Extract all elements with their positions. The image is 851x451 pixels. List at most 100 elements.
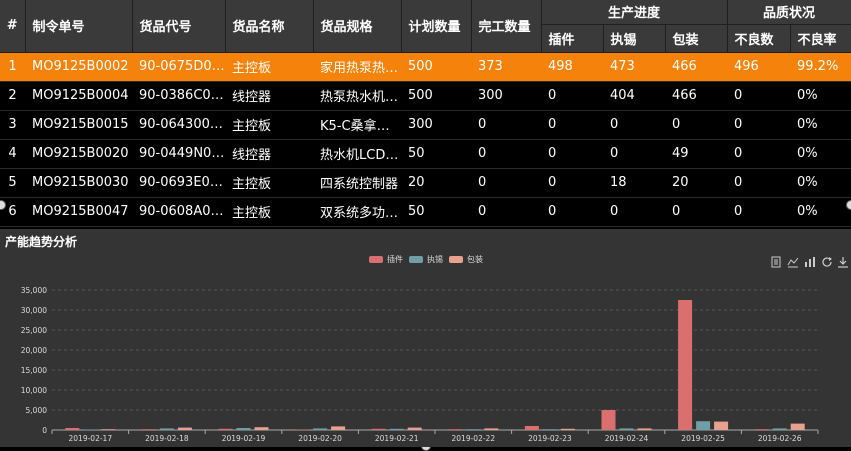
legend-label: 包装: [467, 255, 483, 264]
bar-pack: [407, 427, 422, 430]
bar-pack: [790, 423, 805, 430]
cell-done-qty: 0: [471, 139, 541, 169]
column-header-index[interactable]: #: [0, 0, 26, 53]
bar-pack: [637, 428, 652, 430]
column-header-order-no[interactable]: 制令单号: [25, 0, 133, 53]
bar-solder: [236, 428, 251, 430]
table-row[interactable]: 1MO9125B000290-0675D001主控板家用热泵热水机...5003…: [0, 52, 851, 82]
cell-item-code: 90-0675D001: [132, 52, 225, 82]
cell-defects: 496: [727, 52, 790, 82]
x-tick-label: 2019-02-24: [605, 434, 649, 443]
cell-item-name: 主控板: [225, 52, 313, 82]
column-header-defects[interactable]: 不良数: [727, 24, 791, 53]
bar-solder: [696, 421, 711, 430]
column-header-item-name[interactable]: 货品名称: [225, 0, 314, 53]
column-header-done-qty[interactable]: 完工数量: [471, 0, 542, 53]
y-tick-label: 15,000: [21, 366, 47, 375]
x-tick-label: 2019-02-21: [375, 434, 419, 443]
cell-item-name: 线控器: [225, 81, 313, 111]
bar-solder: [313, 428, 328, 430]
cell-order-no: MO9215B0047: [25, 197, 132, 227]
cell-pack: 0: [665, 110, 727, 140]
y-tick-label: 25,000: [21, 326, 47, 335]
x-tick-label: 2019-02-19: [222, 434, 266, 443]
cell-plan-qty: 500: [401, 81, 471, 111]
bar-insert: [601, 410, 616, 430]
cell-solder: 0: [603, 139, 665, 169]
column-header-plan-qty[interactable]: 计划数量: [401, 0, 472, 53]
production-table-panel: # 制令单号 货品代号 货品名称 货品规格 计划数量 完工数量 生产进度 品质状…: [0, 0, 851, 228]
cell-spec: 四系统控制器: [313, 168, 401, 198]
cell-spec: K5-C桑拿主控板: [313, 110, 401, 140]
column-group-production-progress: 生产进度: [541, 0, 728, 25]
bar-pack: [484, 428, 499, 430]
cell-solder: 18: [603, 168, 665, 198]
table-row[interactable]: 4MO9215B002090-0449N010线控器热水机LCD线控器50000…: [0, 139, 851, 169]
legend-item-insert[interactable]: 插件: [369, 254, 403, 265]
cell-plan-qty: 500: [401, 52, 471, 82]
cell-order-no: MO9215B0015: [25, 110, 132, 140]
cell-item-name: 主控板: [225, 168, 313, 198]
cell-item-code: 90-0608A003: [132, 197, 225, 227]
cell-spec: 热水机LCD线控器: [313, 139, 401, 169]
cell-pack: 0: [665, 197, 727, 227]
column-header-spec[interactable]: 货品规格: [313, 0, 402, 53]
bar-chart-icon[interactable]: [804, 256, 816, 268]
bar-insert: [371, 428, 386, 430]
data-view-icon[interactable]: [770, 256, 782, 268]
download-icon[interactable]: [837, 256, 849, 268]
table-row[interactable]: 2MO9125B000490-0386C007线控器热泵热水机线控器500300…: [0, 81, 851, 111]
bar-insert: [295, 429, 310, 431]
cell-defects: 0: [727, 81, 790, 111]
x-tick-label: 2019-02-17: [69, 434, 113, 443]
legend-item-pack[interactable]: 包装: [449, 254, 483, 265]
bar-insert: [65, 428, 80, 430]
table-row[interactable]: 6MO9215B004790-0608A003主控板双系统多功能控制器50000…: [0, 197, 851, 227]
x-tick-label: 2019-02-26: [758, 434, 802, 443]
cell-done-qty: 373: [471, 52, 541, 82]
cell-solder: 473: [603, 52, 665, 82]
cell-plan-qty: 300: [401, 110, 471, 140]
column-header-pack[interactable]: 包装: [665, 24, 728, 53]
x-tick-label: 2019-02-22: [452, 434, 496, 443]
column-header-insert[interactable]: 插件: [541, 24, 604, 53]
cell-insert: 0: [541, 197, 603, 227]
cell-idx: 3: [0, 110, 25, 140]
cell-defects: 0: [727, 168, 790, 198]
cell-order-no: MO9215B0020: [25, 139, 132, 169]
resize-handle-right[interactable]: [846, 200, 851, 210]
cell-pack: 466: [665, 52, 727, 82]
y-tick-label: 10,000: [21, 386, 47, 395]
bar-insert: [448, 429, 463, 430]
cell-order-no: MO9215B0030: [25, 168, 132, 198]
cell-defects: 0: [727, 197, 790, 227]
table-row[interactable]: 5 MO9215B0030 90-0693E001 主控板 四系统控制器 20 0 0 18 20…: [0, 168, 851, 198]
cell-insert: 0: [541, 110, 603, 140]
line-chart-icon[interactable]: [787, 256, 799, 268]
cell-defect-rate: 0%: [790, 110, 851, 140]
table-row[interactable]: 3MO9215B001590-06430001主控板K5-C桑拿主控板30000…: [0, 110, 851, 140]
bar-insert: [524, 426, 539, 430]
cell-plan-qty: 20: [401, 168, 471, 198]
cell-idx: 5: [0, 168, 25, 198]
cell-idx: 2: [0, 81, 25, 111]
column-header-solder[interactable]: 执锡: [603, 24, 666, 53]
refresh-icon[interactable]: [821, 256, 833, 268]
cell-item-code: 90-0386C007: [132, 81, 225, 111]
cell-idx: 4: [0, 139, 25, 169]
legend-swatch-icon: [409, 256, 423, 263]
column-header-defect-rate[interactable]: 不良率: [790, 24, 851, 53]
cell-insert: 0: [541, 81, 603, 111]
cell-done-qty: 0: [471, 197, 541, 227]
bar-insert: [141, 429, 156, 430]
cell-spec: 双系统多功能控制器: [313, 197, 401, 227]
cell-pack: 49: [665, 139, 727, 169]
chart-title: 产能趋势分析: [5, 235, 78, 249]
legend-item-solder[interactable]: 执锡: [409, 254, 443, 265]
cell-defect-rate: 0%: [790, 81, 851, 111]
bar-solder: [466, 429, 481, 430]
bar-solder: [619, 428, 634, 430]
cell-order-no: MO9125B0004: [25, 81, 132, 111]
column-header-item-code[interactable]: 货品代号: [132, 0, 226, 53]
cell-solder: 404: [603, 81, 665, 111]
